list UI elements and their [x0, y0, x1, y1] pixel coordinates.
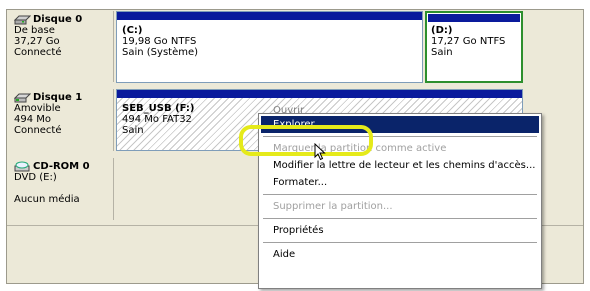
partition-c-fs: 19,98 Go NTFS	[122, 36, 197, 47]
mouse-cursor-icon	[314, 142, 326, 164]
partition-f-name: SEB_USB (F:)	[122, 103, 195, 114]
menu-item-help[interactable]: Aide	[261, 246, 539, 263]
disk-1-label[interactable]: Disque 1 Amovible 494 Mo Connecté	[10, 89, 114, 151]
cdrom-0-label[interactable]: CD-ROM 0 DVD (E:) Aucun média	[10, 158, 114, 220]
menu-separator	[263, 218, 537, 219]
partition-f-fs: 494 Mo FAT32	[122, 114, 192, 125]
partition-d-fs: 17,27 Go NTFS	[431, 36, 506, 47]
menu-item-properties[interactable]: Propriétés	[261, 222, 539, 239]
cdrom-0-blank	[14, 183, 113, 194]
partition-c-status: Sain (Système)	[122, 47, 199, 58]
partition-d[interactable]: (D:) 17,27 Go NTFS Sain	[425, 11, 523, 83]
disk-1-type: Amovible	[14, 103, 61, 114]
annotation-highlight-ring	[239, 125, 373, 156]
partition-d-status: Sain	[431, 47, 453, 58]
disk-0-label[interactable]: Disque 0 De base 37,27 Go Connecté	[10, 11, 114, 82]
partition-c-bar	[117, 12, 422, 20]
partition-c[interactable]: (C:) 19,98 Go NTFS Sain (Système)	[116, 11, 423, 83]
cdrom-0-drive: DVD (E:)	[14, 172, 57, 183]
disk-0-title: Disque 0	[33, 14, 83, 25]
menu-separator	[263, 194, 537, 195]
menu-separator	[263, 242, 537, 243]
disk-0-type: De base	[14, 25, 55, 36]
disk-0-size: 37,27 Go	[14, 36, 60, 47]
menu-item-format[interactable]: Formater...	[261, 174, 539, 191]
menu-item-change-letter[interactable]: Modifier la lettre de lecteur et les che…	[261, 157, 539, 174]
removable-disk-icon	[13, 92, 32, 103]
cdrom-0-title: CD-ROM 0	[33, 161, 90, 172]
disk-1-status: Connecté	[14, 125, 62, 136]
partition-f-status: Sain	[122, 125, 144, 136]
hard-disk-icon	[13, 14, 32, 25]
disk-1-title: Disque 1	[33, 92, 83, 103]
cdrom-0-media: Aucun média	[14, 194, 80, 205]
menu-item-delete-partition: Supprimer la partition...	[273, 201, 393, 212]
partition-d-name: (D:)	[431, 25, 453, 36]
partition-f-bar	[117, 90, 522, 98]
disk-0-status: Connecté	[14, 47, 62, 58]
disk-row-0: Disque 0 De base 37,27 Go Connecté (C:) …	[7, 10, 583, 85]
cdrom-icon	[14, 161, 31, 172]
partition-d-bar	[428, 14, 520, 22]
disk-1-size: 494 Mo	[14, 114, 52, 125]
partition-c-name: (C:)	[122, 25, 143, 36]
